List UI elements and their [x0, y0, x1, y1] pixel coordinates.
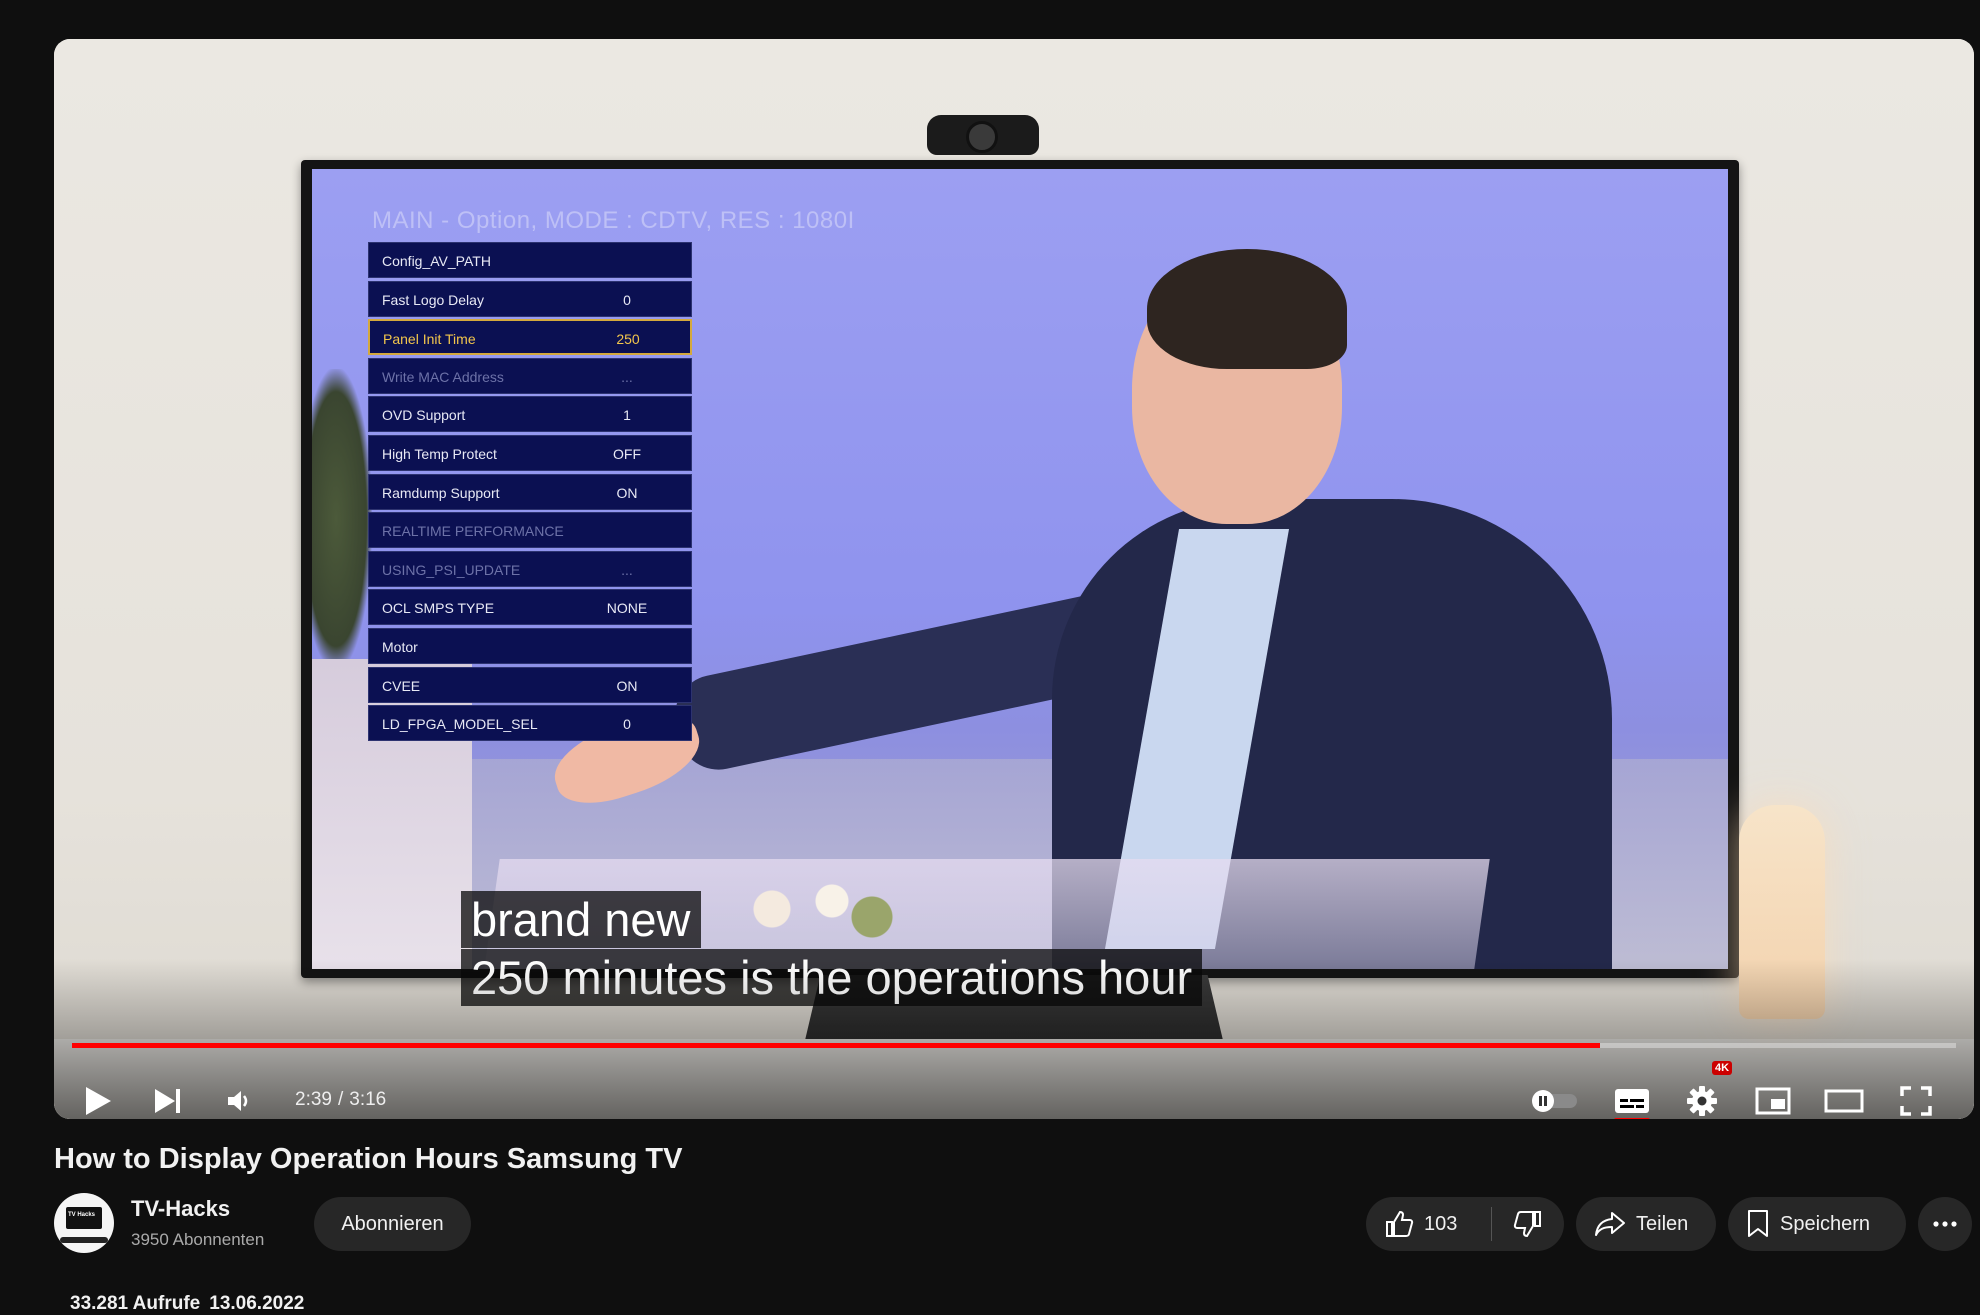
- service-menu-row-label: REALTIME PERFORMANCE: [382, 523, 564, 540]
- service-menu-row-value: NONE: [606, 600, 648, 617]
- mute-button[interactable]: [217, 1079, 261, 1119]
- bookmark-icon: [1746, 1209, 1770, 1239]
- share-icon: [1594, 1210, 1626, 1238]
- service-menu-row-value: 0: [623, 716, 631, 733]
- service-menu-row-label: Fast Logo Delay: [382, 291, 484, 308]
- time-separator: /: [337, 1089, 344, 1110]
- subscriber-count: 3950 Abonnenten: [131, 1230, 265, 1249]
- save-button[interactable]: Speichern: [1728, 1197, 1906, 1251]
- channel-name[interactable]: TV-Hacks: [131, 1196, 230, 1222]
- progress-bar-played: [72, 1043, 1600, 1048]
- service-menu-row: REALTIME PERFORMANCE: [368, 512, 692, 549]
- video-person-hair: [1147, 249, 1347, 369]
- caption-line: brand new: [461, 891, 701, 948]
- theater-mode-button[interactable]: [1822, 1079, 1866, 1119]
- share-button[interactable]: Teilen: [1576, 1197, 1716, 1251]
- service-menu-row-label: LD_FPGA_MODEL_SEL: [382, 716, 538, 733]
- service-menu-row: USING_PSI_UPDATE...: [368, 550, 692, 587]
- settings-button[interactable]: [1680, 1079, 1724, 1119]
- service-menu-row-value: ...: [621, 561, 633, 578]
- play-icon: [83, 1085, 113, 1117]
- service-menu-row-label: Write MAC Address: [382, 368, 504, 385]
- service-menu-row-label: High Temp Protect: [382, 445, 497, 462]
- quality-badge: 4K: [1712, 1061, 1733, 1075]
- subscribe-button[interactable]: Abonnieren: [314, 1197, 471, 1251]
- channel-avatar[interactable]: TV Hacks: [54, 1193, 114, 1253]
- settings-icon: [1686, 1085, 1718, 1117]
- service-menu-row-label: OVD Support: [382, 407, 466, 424]
- channel-avatar-text: TV Hacks: [68, 1212, 96, 1218]
- autoplay-toggle-icon: [1529, 1089, 1581, 1113]
- service-menu-row: CVEE ON: [368, 666, 692, 703]
- fullscreen-icon: [1900, 1086, 1932, 1116]
- service-menu-row-label: USING_PSI_UPDATE: [382, 561, 521, 578]
- miniplayer-icon: [1755, 1087, 1791, 1115]
- next-icon: [153, 1087, 183, 1115]
- service-menu-row: Panel Init Time 250: [368, 319, 692, 356]
- subtitles-active-indicator: [1614, 1118, 1650, 1119]
- service-menu-row-label: OCL SMPS TYPE: [382, 600, 495, 617]
- upload-date: 13.06.2022: [209, 1293, 305, 1314]
- share-label: Teilen: [1636, 1212, 1689, 1235]
- service-menu-row: OVD Support 1: [368, 396, 692, 433]
- service-menu-row: LD_FPGA_MODEL_SEL 0: [368, 705, 692, 742]
- like-dislike-group: 103: [1366, 1197, 1564, 1251]
- service-menu-row-label: Motor: [382, 638, 418, 655]
- progress-bar[interactable]: [72, 1043, 1956, 1048]
- service-menu-row-value: ON: [616, 484, 638, 501]
- volume-icon: [226, 1089, 252, 1113]
- service-menu-row: OCL SMPS TYPE NONE: [368, 589, 692, 626]
- fullscreen-button[interactable]: [1894, 1079, 1938, 1119]
- theater-mode-icon: [1824, 1088, 1864, 1114]
- view-count: 33.281 Aufrufe: [70, 1293, 201, 1314]
- current-time: 2:39: [295, 1089, 332, 1110]
- service-menu-row: Motor: [368, 627, 692, 664]
- service-menu-row-value: OFF: [613, 445, 641, 462]
- miniplayer-button[interactable]: [1751, 1079, 1795, 1119]
- dislike-button[interactable]: [1492, 1197, 1564, 1251]
- subtitles-button[interactable]: [1610, 1079, 1654, 1119]
- video-title: How to Display Operation Hours Samsung T…: [54, 1143, 683, 1175]
- service-menu-header: MAIN - Option, MODE : CDTV, RES : 1080I: [372, 207, 855, 234]
- autoplay-toggle[interactable]: [1528, 1079, 1582, 1119]
- service-menu-row-value: ON: [616, 677, 638, 694]
- service-menu-row-label: Ramdump Support: [382, 484, 500, 501]
- more-icon: [1932, 1220, 1958, 1228]
- service-menu-row-value: 0: [623, 291, 631, 308]
- thumbs-up-icon: [1384, 1209, 1414, 1239]
- service-menu-row-value: ...: [621, 368, 633, 385]
- service-menu: Config_AV_PATH Fast Logo Delay 0 Panel Init…: [368, 242, 692, 744]
- next-button[interactable]: [146, 1079, 190, 1119]
- service-menu-row: Config_AV_PATH: [368, 242, 692, 278]
- time-display: 2:39/3:16: [292, 1089, 389, 1111]
- play-button[interactable]: [76, 1079, 120, 1119]
- video-player[interactable]: MAIN - Option, MODE : CDTV, RES : 1080I …: [54, 39, 1974, 1119]
- service-menu-row-label: Panel Init Time: [383, 331, 476, 348]
- service-menu-row-label: Config_AV_PATH: [382, 253, 491, 269]
- save-label: Speichern: [1780, 1212, 1871, 1235]
- service-menu-row-label: CVEE: [382, 677, 421, 694]
- video-plant: [312, 369, 372, 669]
- view-info[interactable]: 33.281 Aufrufe 13.06.2022: [70, 1293, 313, 1315]
- like-button[interactable]: 103: [1366, 1197, 1491, 1251]
- channel-avatar-tv: [66, 1207, 102, 1229]
- service-menu-row-value: 250: [616, 331, 640, 348]
- more-actions-button[interactable]: [1918, 1197, 1972, 1251]
- service-menu-row: Write MAC Address...: [368, 357, 692, 394]
- service-menu-row: Ramdump Support ON: [368, 473, 692, 510]
- service-menu-row: High Temp Protect OFF: [368, 434, 692, 471]
- video-tv-screen: MAIN - Option, MODE : CDTV, RES : 1080I …: [312, 169, 1728, 969]
- thumbs-down-icon: [1513, 1209, 1543, 1239]
- like-count: 103: [1424, 1212, 1458, 1235]
- subtitles-icon: [1614, 1087, 1650, 1115]
- service-menu-row-value: 1: [623, 407, 631, 424]
- service-menu-row: Fast Logo Delay 0: [368, 280, 692, 317]
- duration: 3:16: [349, 1089, 387, 1110]
- channel-avatar-stand: [60, 1237, 108, 1243]
- video-webcam-lens: [966, 121, 998, 153]
